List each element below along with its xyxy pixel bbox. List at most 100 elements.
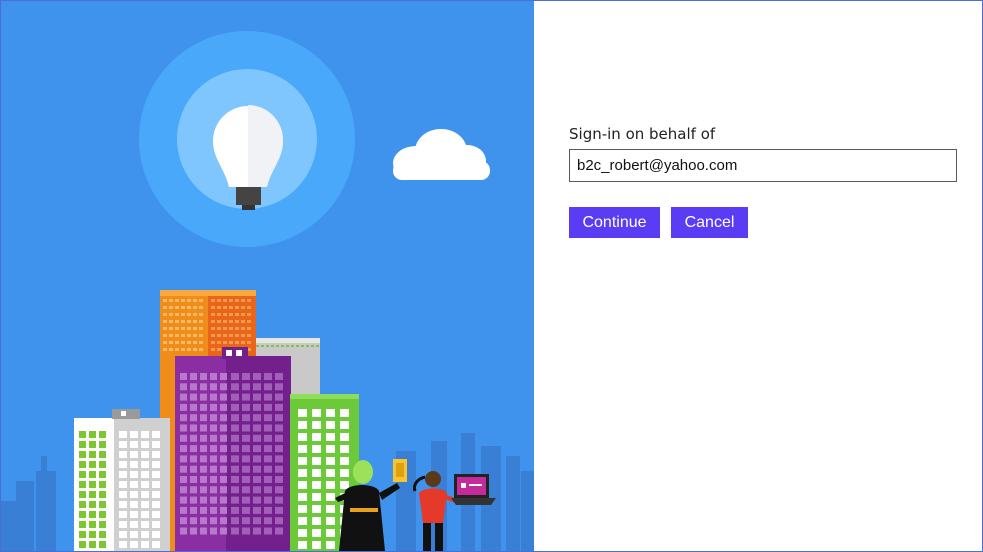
building-window — [242, 393, 250, 401]
building-window — [264, 496, 272, 504]
building-window — [275, 393, 283, 401]
building-window — [187, 306, 191, 309]
building-window — [187, 348, 191, 351]
building-window — [175, 341, 179, 344]
building-window — [119, 501, 127, 508]
building-window — [220, 403, 227, 411]
building-window — [193, 313, 197, 316]
building-window — [298, 421, 307, 429]
building-window — [152, 471, 160, 478]
building-window — [200, 527, 207, 535]
building-window — [264, 506, 272, 514]
building-window — [187, 313, 191, 316]
building-window — [264, 445, 272, 453]
building-window — [210, 403, 217, 411]
building-window — [298, 433, 307, 441]
building-window — [119, 521, 127, 528]
building-window — [220, 393, 227, 401]
email-field[interactable] — [569, 149, 957, 182]
building-window — [200, 393, 207, 401]
building-window — [210, 465, 217, 473]
building-window — [217, 341, 221, 344]
building-window — [340, 457, 349, 465]
continue-button[interactable]: Continue — [569, 207, 660, 238]
building-window — [190, 476, 197, 483]
cancel-button[interactable]: Cancel — [671, 207, 748, 238]
building-window — [79, 451, 86, 458]
building-window — [211, 313, 215, 316]
building-window — [169, 313, 173, 316]
building-window — [130, 431, 138, 438]
building-window — [175, 306, 179, 309]
building-window — [235, 313, 239, 316]
building-window — [180, 424, 187, 432]
building-window — [264, 383, 272, 391]
building-window — [210, 527, 217, 535]
building-window — [119, 541, 127, 548]
building-window — [190, 373, 197, 380]
building-window — [253, 403, 261, 411]
building-window — [141, 481, 149, 488]
building-window — [326, 457, 335, 465]
building-window — [210, 476, 217, 483]
building-window — [340, 421, 349, 429]
building-window — [312, 481, 321, 489]
building-window — [231, 393, 239, 401]
building-window — [326, 481, 335, 489]
building-window — [163, 334, 167, 337]
building-window — [231, 527, 239, 535]
building-window — [175, 334, 179, 337]
building-window — [242, 506, 250, 514]
building-window — [275, 517, 283, 525]
building-window — [199, 313, 203, 316]
building-window — [130, 451, 138, 458]
building-window — [231, 424, 239, 432]
building-window — [217, 348, 221, 351]
building-window — [190, 506, 197, 514]
building-window — [220, 496, 227, 504]
building-window — [200, 414, 207, 422]
building-window — [130, 511, 138, 518]
building-window — [180, 465, 187, 473]
building-window — [200, 434, 207, 442]
building-window — [200, 455, 207, 463]
signin-on-behalf-label: Sign-in on behalf of — [569, 125, 716, 143]
building-window — [298, 457, 307, 465]
building-window — [79, 501, 86, 508]
building-window — [242, 383, 250, 391]
building-window — [199, 299, 203, 302]
building-window — [181, 313, 185, 316]
building-window — [275, 383, 283, 391]
building-window — [220, 434, 227, 442]
building-window — [220, 455, 227, 463]
building-window — [220, 527, 227, 535]
building-window — [253, 393, 261, 401]
building-window — [119, 461, 127, 468]
building-window — [231, 455, 239, 463]
building-window — [312, 457, 321, 465]
building-window — [190, 414, 197, 422]
building-window — [298, 517, 307, 525]
building-window — [210, 424, 217, 432]
building-window — [298, 505, 307, 513]
building-window — [247, 320, 251, 323]
building-window — [152, 541, 160, 548]
building-window — [152, 451, 160, 458]
building-window — [312, 541, 321, 549]
building-window — [211, 334, 215, 337]
building-window — [119, 451, 127, 458]
building-window — [241, 306, 245, 309]
building-window — [247, 341, 251, 344]
building-window — [312, 409, 321, 417]
building-window — [210, 414, 217, 422]
building-window — [326, 433, 335, 441]
building-window — [217, 327, 221, 330]
building-window — [89, 501, 96, 508]
building-window — [253, 476, 261, 483]
building-window — [181, 327, 185, 330]
building-window — [190, 486, 197, 494]
building-window — [199, 320, 203, 323]
building-window — [211, 348, 215, 351]
building-window — [199, 306, 203, 309]
building-window — [312, 493, 321, 501]
